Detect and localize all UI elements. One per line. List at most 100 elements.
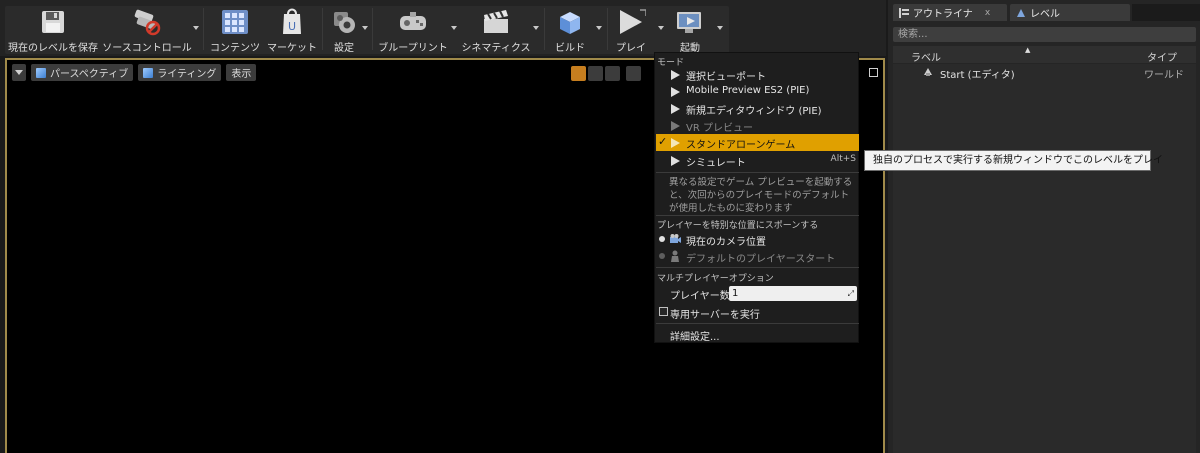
cinematics-button[interactable]: シネマティクス — [460, 6, 532, 54]
player-start-icon — [671, 250, 679, 262]
maximize-viewport-icon[interactable] — [869, 68, 878, 77]
spawn-default-label: デフォルトのプレイヤースタート — [686, 254, 836, 265]
advanced-settings-label: 詳細設定... — [670, 332, 720, 343]
menu-item-mobile-preview[interactable]: Mobile Preview ES2 (PIE) — [656, 83, 859, 100]
tab-levels[interactable]: レベル — [1010, 4, 1130, 21]
mode-description: 異なる設定でゲーム プレビューを起動すると、次回からのプレイモードのデフォルトが… — [669, 177, 853, 214]
settings-button[interactable]: 設定 — [327, 6, 361, 54]
menu-item-simulate[interactable]: シミュレート Alt+S — [656, 152, 859, 169]
blueprint-dropdown-arrow[interactable] — [451, 26, 457, 30]
advanced-settings-item[interactable]: 詳細設定... — [656, 326, 859, 343]
cinematics-dropdown-arrow[interactable] — [533, 26, 539, 30]
dedicated-server-label: 専用サーバーを実行 — [670, 310, 760, 321]
marketplace-icon: U — [277, 8, 307, 36]
standalone-play-icon — [671, 138, 680, 148]
settings-icon — [329, 8, 359, 36]
section-multiplayer: マルチプレイヤーオプション — [657, 274, 774, 284]
spawn-default-player-start[interactable]: デフォルトのプレイヤースタート — [656, 248, 859, 265]
marketplace-button[interactable]: U マーケット — [264, 6, 320, 54]
dedicated-server-row[interactable]: 専用サーバーを実行 — [656, 304, 859, 321]
menu-divider — [656, 267, 859, 268]
player-count-input[interactable]: 1 ⤢ — [729, 286, 857, 301]
check-icon: ✓ — [658, 135, 668, 148]
menu-item-label: スタンドアローンゲーム — [686, 140, 796, 151]
section-spawn: プレイヤーを特別な位置にスポーンする — [657, 221, 819, 231]
outliner-panel: アウトライナ x レベル 検索... ラベル ▲ タイプ Start (エディタ… — [888, 0, 1200, 453]
standalone-tooltip: 独自のプロセスで実行する新規ウィンドウでこのレベルをプレイ — [864, 150, 1163, 171]
menu-item-selected-viewport[interactable]: 選択ビューポート — [656, 66, 859, 83]
source-control-icon — [132, 8, 162, 36]
world-name: Start (エディタ) — [940, 70, 1015, 81]
player-count-row: プレイヤー数 1 ⤢ — [656, 285, 859, 303]
menu-item-label: VR プレビュー — [686, 123, 753, 134]
mobile-play-icon — [671, 87, 680, 97]
spawn-current-label: 現在のカメラ位置 — [686, 237, 766, 248]
tab-bar-fill — [1132, 4, 1200, 21]
launch-icon — [675, 8, 705, 36]
radio-selected-icon — [659, 236, 665, 242]
build-dropdown-arrow[interactable] — [596, 26, 602, 30]
perspective-cube-icon — [36, 67, 46, 78]
toolbar-separator — [203, 8, 204, 50]
main-toolbar: 現在のレベルを保存 ソースコントロール コンテンツ U マーケット 設定 ブルー… — [0, 0, 886, 56]
svg-text:U: U — [288, 20, 296, 33]
tab-outliner-label: アウトライナ — [913, 9, 973, 20]
tab-levels-label: レベル — [1030, 9, 1060, 20]
lighting-button[interactable]: ライティング — [138, 64, 222, 81]
world-type: ワールド — [1144, 70, 1184, 81]
translate-tool-icon[interactable] — [571, 66, 586, 81]
viewport-toolbar: パースペクティブ ライティング 表示 — [12, 64, 257, 82]
menu-item-vr-preview[interactable]: VR プレビュー — [656, 117, 859, 134]
viewport-options-button[interactable] — [12, 64, 26, 81]
window-play-icon — [671, 104, 680, 114]
source-control-button[interactable]: ソースコントロール — [102, 6, 192, 54]
cinematics-icon — [481, 8, 511, 36]
play-mode-menu: モード 選択ビューポート Mobile Preview ES2 (PIE) 新規… — [654, 52, 859, 343]
content-button[interactable]: コンテンツ — [208, 6, 262, 54]
content-label: コンテンツ — [210, 43, 260, 54]
levels-icon — [1017, 8, 1025, 17]
sort-ascending-icon: ▲ — [1025, 46, 1031, 54]
show-button[interactable]: 表示 — [226, 64, 257, 81]
dedicated-server-checkbox[interactable] — [659, 307, 668, 316]
settings-dropdown-arrow[interactable] — [362, 26, 368, 30]
launch-dropdown-arrow[interactable] — [717, 26, 723, 30]
menu-item-label: 選択ビューポート — [686, 72, 766, 83]
player-count-label: プレイヤー数 — [670, 291, 730, 302]
column-type[interactable]: タイプ — [1147, 49, 1177, 64]
blueprint-button[interactable]: ブループリント — [376, 6, 450, 54]
list-item[interactable]: Start (エディタ) ワールド — [893, 64, 1196, 81]
spin-arrows-icon[interactable]: ⤢ — [848, 286, 854, 301]
world-local-icon[interactable] — [626, 66, 641, 81]
outliner-search-input[interactable]: 検索... — [893, 27, 1196, 42]
vr-play-icon — [671, 121, 680, 131]
save-level-button[interactable]: 現在のレベルを保存 — [8, 6, 98, 54]
panel-tabs: アウトライナ x レベル — [893, 4, 1130, 21]
menu-divider — [656, 215, 859, 216]
marketplace-label: マーケット — [267, 43, 317, 54]
camera-icon — [670, 234, 681, 243]
toolbar-separator — [322, 8, 323, 50]
blueprint-icon — [398, 8, 428, 36]
cinematics-label: シネマティクス — [461, 43, 531, 54]
play-button[interactable]: プレイ — [612, 6, 650, 54]
play-dropdown-arrow[interactable] — [658, 26, 664, 30]
lighting-cube-icon — [143, 67, 154, 78]
column-label[interactable]: ラベル — [911, 49, 941, 64]
close-icon[interactable]: x — [985, 8, 990, 18]
rotate-tool-icon[interactable] — [588, 66, 603, 81]
menu-item-new-editor-window[interactable]: 新規エディタウィンドウ (PIE) — [656, 100, 859, 117]
show-label: 表示 — [231, 69, 252, 80]
build-button[interactable]: ビルド — [548, 6, 592, 54]
menu-item-label: シミュレート — [686, 158, 746, 169]
tab-outliner[interactable]: アウトライナ x — [893, 4, 1007, 21]
perspective-button[interactable]: パースペクティブ — [31, 64, 134, 81]
menu-divider — [656, 323, 859, 324]
scale-tool-icon[interactable] — [605, 66, 620, 81]
spawn-current-camera[interactable]: 現在のカメラ位置 — [656, 231, 859, 248]
build-icon — [555, 8, 585, 36]
menu-item-standalone-game[interactable]: ✓ スタンドアローンゲーム — [656, 134, 859, 151]
source-control-dropdown-arrow[interactable] — [193, 26, 199, 30]
lighting-label: ライティング — [157, 69, 217, 80]
launch-button[interactable]: 起動 — [670, 6, 710, 54]
